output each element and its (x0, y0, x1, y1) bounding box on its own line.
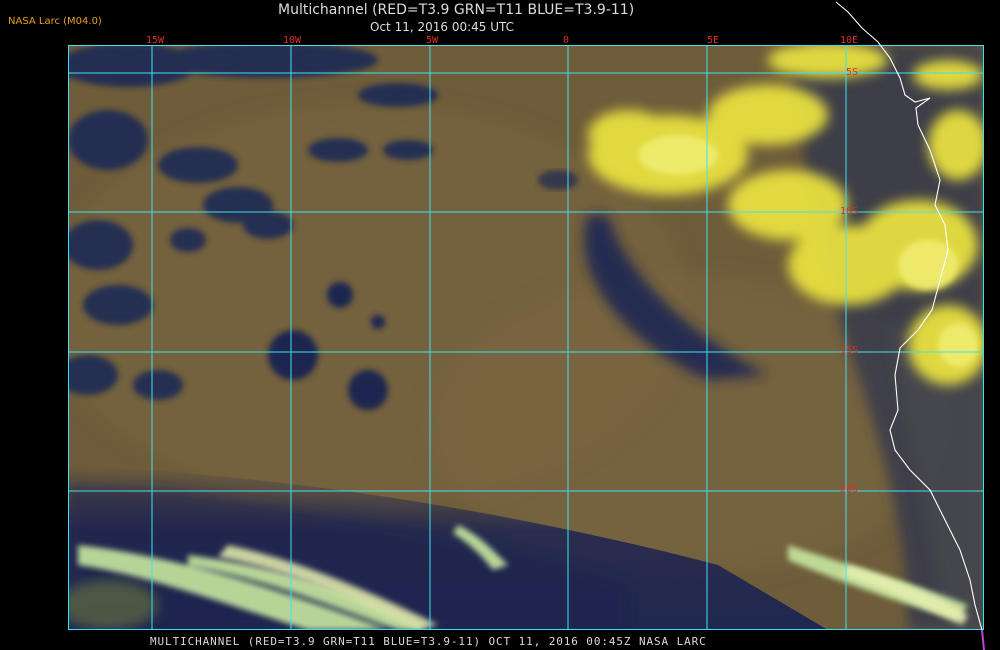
lat-label-15s: 15S (840, 345, 859, 356)
image-timestamp: Oct 11, 2016 00:45 UTC (370, 20, 514, 34)
graticule (68, 45, 984, 630)
footer-caption: MULTICHANNEL (RED=T3.9 GRN=T11 BLUE=T3.9… (150, 635, 707, 648)
satellite-image[interactable] (68, 45, 984, 630)
lat-label-10s: 10S (840, 206, 859, 217)
agency-tag: NASA Larc (M04.0) (8, 16, 102, 27)
lat-label-5s: 5S (846, 67, 859, 78)
lat-label-20s: 20S (840, 484, 859, 495)
image-title: Multichannel (RED=T3.9 GRN=T11 BLUE=T3.9… (278, 2, 635, 18)
